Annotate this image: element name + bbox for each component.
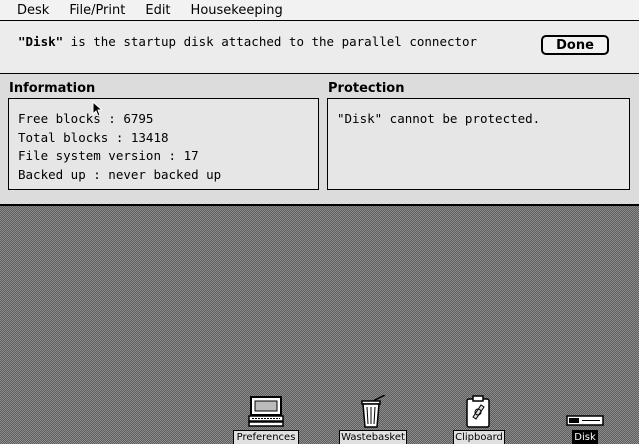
wastebasket-icon[interactable] bbox=[357, 395, 387, 429]
clipboard-label[interactable]: Clipboard bbox=[453, 430, 505, 444]
file-system-version: File system version : 17 bbox=[18, 148, 199, 163]
preferences-label[interactable]: Preferences bbox=[233, 430, 299, 444]
disk-icon[interactable] bbox=[566, 414, 604, 428]
mouse-pointer-icon bbox=[92, 101, 102, 117]
dialog-header: "Disk" is the startup disk attached to t… bbox=[0, 21, 639, 74]
wastebasket-label[interactable]: Wastebasket bbox=[339, 430, 407, 444]
information-box: Free blocks : 6795 Total blocks : 13418 … bbox=[8, 98, 319, 190]
free-blocks: Free blocks : 6795 bbox=[18, 111, 154, 126]
information-title: Information bbox=[9, 81, 96, 96]
menu-desk[interactable]: Desk bbox=[0, 3, 59, 18]
menu-edit[interactable]: Edit bbox=[135, 3, 180, 18]
protection-box: "Disk" cannot be protected. bbox=[327, 98, 630, 190]
dialog-message: "Disk" is the startup disk attached to t… bbox=[18, 34, 477, 49]
clipboard-icon[interactable] bbox=[465, 395, 491, 429]
total-blocks: Total blocks : 13418 bbox=[18, 129, 169, 145]
preferences-computer-icon[interactable] bbox=[248, 395, 284, 427]
menu-bar: Desk File/Print Edit Housekeeping bbox=[0, 0, 639, 21]
protection-text: "Disk" cannot be protected. bbox=[337, 111, 541, 126]
disk-name: "Disk" bbox=[18, 34, 64, 49]
disk-label[interactable]: Disk bbox=[572, 430, 598, 444]
menu-housekeeping[interactable]: Housekeeping bbox=[181, 3, 293, 18]
done-button[interactable]: Done bbox=[541, 35, 609, 55]
menu-file-print[interactable]: File/Print bbox=[59, 3, 135, 18]
backed-up: Backed up : never backed up bbox=[18, 166, 222, 182]
message-text: is the startup disk attached to the para… bbox=[63, 34, 478, 49]
protection-title: Protection bbox=[328, 81, 405, 96]
